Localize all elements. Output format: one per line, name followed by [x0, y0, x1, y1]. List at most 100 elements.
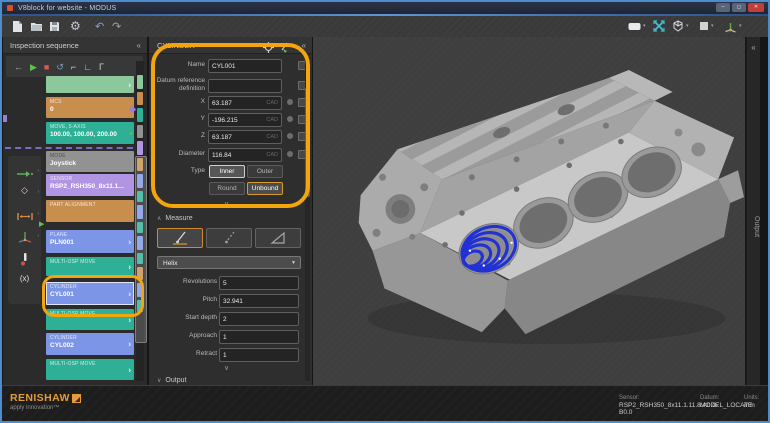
list-item-multi-osp-move[interactable]: MULTI-OSP MOVE › [46, 359, 134, 380]
strategy-angle-button[interactable] [255, 228, 301, 248]
sensor-view-button[interactable]: ▾ [628, 19, 646, 33]
list-item-cylinder-cyl002[interactable]: CYLINDER CYL002 › [46, 333, 134, 355]
feature-tool-strip: ◇ (x) ›› ›› [8, 156, 41, 304]
maximize-button[interactable]: ◻ [732, 3, 746, 12]
list-item-sensor[interactable]: SENSOR RSP2_RSH350_8x11.1... [46, 174, 134, 196]
collapse-panel-icon[interactable]: « [302, 37, 306, 54]
scan-strategy-dropdown[interactable]: Helix ▼ [157, 256, 301, 269]
revolutions-input[interactable] [220, 277, 298, 289]
minimap-marker-play: ▸ [130, 130, 133, 137]
list-item-part-alignment[interactable]: PART ALIGNMENT [46, 200, 134, 222]
sequence-toolbar: ← ▶ ■ ↺ ⌐ ∟ Γ [6, 56, 143, 77]
bound-round-button[interactable]: Round [209, 182, 245, 195]
list-item-cylinder-cyl001[interactable]: CYLINDER CYL001 › [46, 282, 134, 305]
list-item-partial[interactable]: › [46, 76, 134, 93]
y-nominal-toggle[interactable] [287, 116, 293, 122]
collapse-panel-icon[interactable]: « [137, 37, 141, 54]
insert-before-icon[interactable]: ⌐ [71, 62, 76, 72]
datum-reference-input[interactable] [209, 80, 281, 92]
list-item-mcs[interactable]: MCS 0 [46, 97, 134, 118]
strategy-touch-button[interactable] [157, 228, 203, 248]
chevron-right-icon: › [128, 340, 131, 349]
pitch-label: Pitch [137, 296, 217, 303]
list-item-move-5axis[interactable]: MOVE, 5-AXIS 100.00, 100.00, 200.00 [46, 122, 134, 144]
window-title: V8block for website - MODUS [18, 5, 116, 12]
properties-scrollbar-thumb[interactable] [305, 87, 310, 197]
engine-block-model [313, 37, 745, 385]
model-viewport[interactable] [313, 37, 745, 385]
chevron-right-icon: › [128, 315, 131, 324]
stop-sequence-icon[interactable]: ■ [44, 62, 49, 72]
chevron-right-icon: › [128, 365, 131, 374]
insert-group-icon[interactable]: Γ [99, 62, 104, 72]
view-cube-button[interactable]: ▾ [672, 19, 689, 33]
inspection-sequence-title: Inspection sequence [3, 37, 147, 54]
strategy-scan-button[interactable] [206, 228, 252, 248]
expand-more-icon[interactable]: ∨ [149, 200, 304, 208]
redo-button[interactable]: ↷ [112, 19, 121, 33]
approach-input[interactable] [220, 331, 298, 343]
new-file-button[interactable] [12, 19, 23, 33]
x-nominal-toggle[interactable] [287, 99, 293, 105]
step-back-icon[interactable]: ← [14, 62, 23, 72]
comment-tool-icon[interactable] [8, 252, 41, 271]
feature-settings-icon[interactable] [263, 40, 274, 58]
list-item-mode[interactable]: MODE Joystick [46, 151, 134, 172]
app-icon [7, 5, 13, 11]
workspace: Inspection sequence « ← ▶ ■ ↺ ⌐ ∟ Γ › MC… [2, 37, 768, 385]
minimize-button[interactable]: ─ [716, 3, 730, 12]
axes-gizmo-button[interactable]: ▾ [724, 19, 742, 33]
insert-after-icon[interactable]: ∟ [83, 62, 92, 72]
type-inner-button[interactable]: Inner [209, 165, 245, 178]
loop-sequence-icon[interactable]: ↺ [56, 62, 64, 72]
dimension-tool-icon[interactable] [8, 208, 41, 226]
renishaw-logo: RENISHAW [10, 392, 81, 404]
list-item-multi-osp-move[interactable]: MULTI-OSP MOVE › [46, 257, 134, 276]
save-button[interactable] [49, 19, 60, 33]
expand-more-icon[interactable]: ∨ [149, 364, 304, 372]
plane-view-button[interactable]: ▾ [699, 19, 714, 33]
measure-now-icon[interactable] [279, 40, 290, 58]
move-tool-icon[interactable] [8, 165, 41, 183]
retract-input[interactable] [220, 349, 298, 361]
y-label: Y [135, 115, 205, 122]
approach-label: Approach [137, 332, 217, 339]
bound-unbound-button[interactable]: Unbound [247, 182, 283, 195]
diameter-nominal-toggle[interactable] [287, 151, 293, 157]
undo-button[interactable]: ↶ [95, 19, 104, 33]
output-panel-strip: « Output [746, 37, 760, 385]
output-tab[interactable]: Output [747, 197, 760, 257]
list-item-plane[interactable]: PLANE PLN001 › [46, 230, 134, 253]
type-outer-button[interactable]: Outer [247, 165, 283, 178]
close-button[interactable]: ✕ [748, 3, 764, 12]
main-toolbar: ⚙ ↶ ↷ ▾ ▾ ▾ ▾ [2, 16, 768, 37]
settings-gear-icon[interactable]: ⚙ [70, 19, 81, 33]
inspection-sequence-panel: Inspection sequence « ← ▶ ■ ↺ ⌐ ∟ Γ › MC… [3, 37, 147, 385]
modus-application-window: V8block for website - MODUS ─ ◻ ✕ ⚙ ↶ ↷ … [0, 0, 770, 423]
insertion-marker-line [5, 147, 143, 149]
name-input[interactable] [209, 60, 281, 72]
coordinate-system-icon[interactable] [8, 229, 41, 248]
properties-scrollbar[interactable] [305, 57, 310, 381]
revolutions-label: Revolutions [137, 278, 217, 285]
start-depth-label: Start depth [137, 314, 217, 321]
open-folder-button[interactable] [30, 19, 43, 33]
breakpoint-marker [3, 115, 7, 122]
run-sequence-icon[interactable]: ▶ [30, 62, 37, 72]
pitch-input[interactable] [220, 295, 298, 307]
fit-view-icon[interactable] [653, 19, 665, 33]
title-bar: V8block for website - MODUS ─ ◻ ✕ [2, 2, 768, 14]
variable-tool-icon[interactable]: (x) [8, 274, 41, 283]
z-label: Z [135, 132, 205, 139]
z-nominal-toggle[interactable] [287, 133, 293, 139]
list-item-multi-osp-move[interactable]: MULTI-OSP MOVE › [46, 309, 134, 330]
start-depth-input[interactable] [220, 313, 298, 325]
type-label: Type [135, 167, 205, 174]
measure-section-header[interactable]: ∧Measure [157, 215, 193, 222]
feature-tool-icon[interactable]: ◇ [8, 185, 41, 196]
status-bar: RENISHAW apply innovation™ Sensor: RSP2_… [2, 385, 768, 422]
output-section-header[interactable]: ∨Output [157, 377, 186, 384]
expand-output-icon[interactable]: « [747, 43, 760, 52]
diameter-label: Diameter [135, 150, 205, 157]
brand-tagline: apply innovation™ [10, 405, 59, 411]
